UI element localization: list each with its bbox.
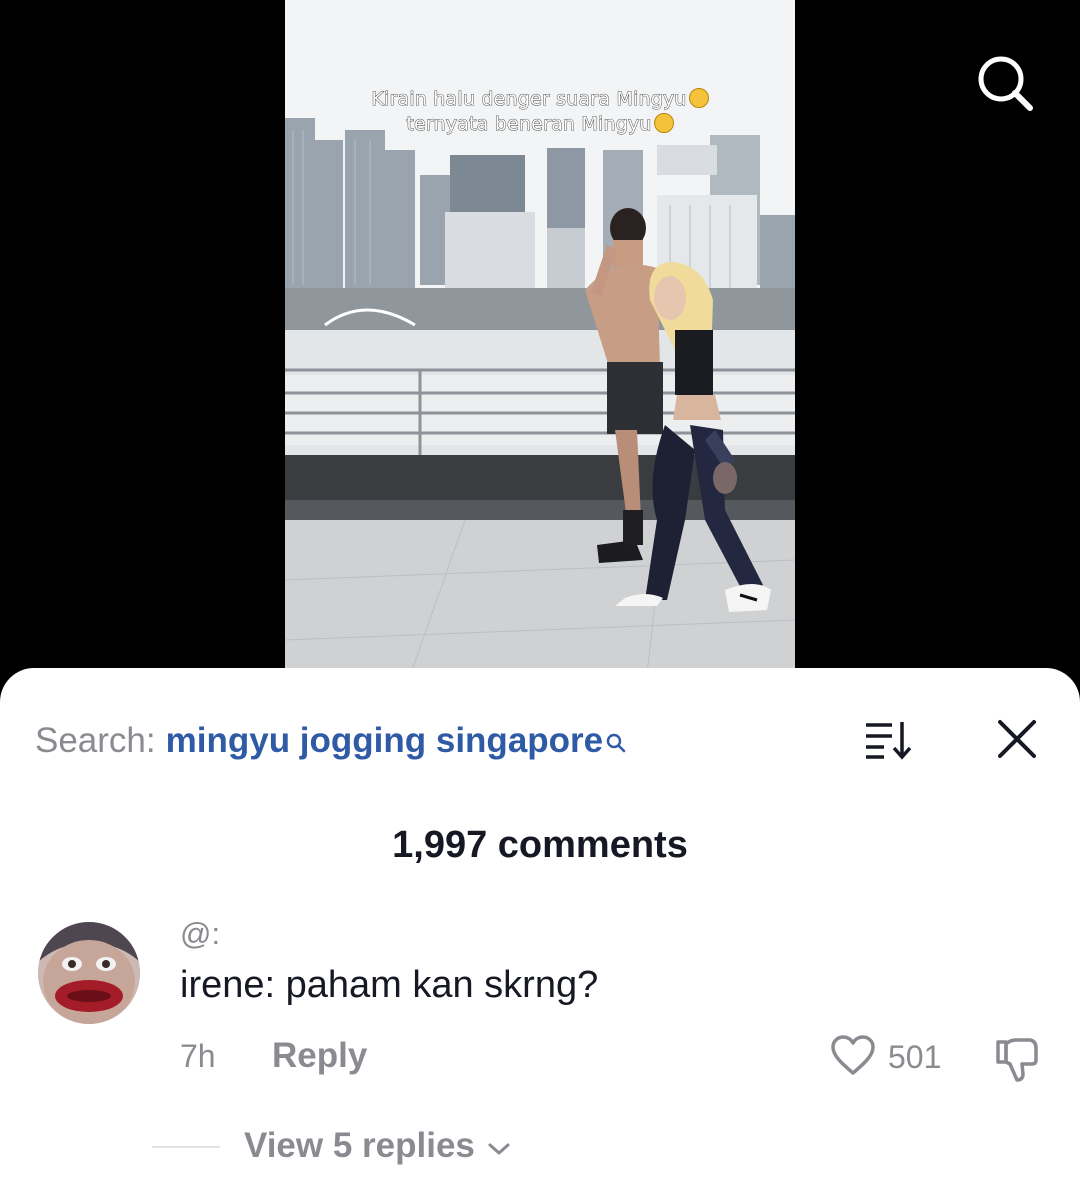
- video-caption-line-2: ternyata beneran Mingyu: [285, 113, 795, 135]
- like-count: 501: [888, 1038, 942, 1075]
- comment-count: 1,997 comments: [392, 824, 688, 866]
- view-replies-button[interactable]: View 5 replies: [244, 1126, 511, 1166]
- close-icon[interactable]: [996, 718, 1038, 760]
- video-caption-line-1: Kirain halu denger suara Mingyu: [285, 88, 795, 110]
- caption-text-2: ternyata beneran Mingyu: [406, 113, 652, 136]
- view-replies-label: View 5 replies: [244, 1126, 475, 1165]
- small-search-icon: [605, 723, 627, 753]
- comments-sheet: Search: mingyu jogging singapore 1,997 c…: [0, 668, 1080, 1195]
- heart-icon: [830, 1034, 876, 1081]
- comment-time: 7h: [180, 1038, 216, 1074]
- weary-face-emoji-icon: [688, 88, 709, 108]
- tiktok-video-screen: Kirain halu denger suara Mingyu ternyata…: [0, 0, 1080, 1195]
- yum-face-emoji-icon: [653, 113, 674, 133]
- search-icon[interactable]: [970, 48, 1040, 118]
- replies-divider: [152, 1146, 220, 1148]
- sort-icon[interactable]: [862, 718, 914, 760]
- related-search-link[interactable]: Search: mingyu jogging singapore: [35, 716, 627, 766]
- avatar[interactable]: [38, 922, 140, 1024]
- reply-button[interactable]: Reply: [272, 1036, 367, 1076]
- comment-text: irene: paham kan skrng?: [180, 964, 599, 1006]
- search-query[interactable]: mingyu jogging singapore: [166, 721, 604, 761]
- caption-text-1: Kirain halu denger suara Mingyu: [371, 88, 687, 111]
- search-label: Search:: [35, 721, 156, 760]
- dislike-icon[interactable]: [992, 1034, 1042, 1084]
- comment-username[interactable]: @:: [180, 916, 220, 952]
- chevron-down-icon: [475, 1126, 511, 1166]
- like-button[interactable]: 501: [830, 1034, 941, 1080]
- video-player[interactable]: Kirain halu denger suara Mingyu ternyata…: [285, 0, 795, 690]
